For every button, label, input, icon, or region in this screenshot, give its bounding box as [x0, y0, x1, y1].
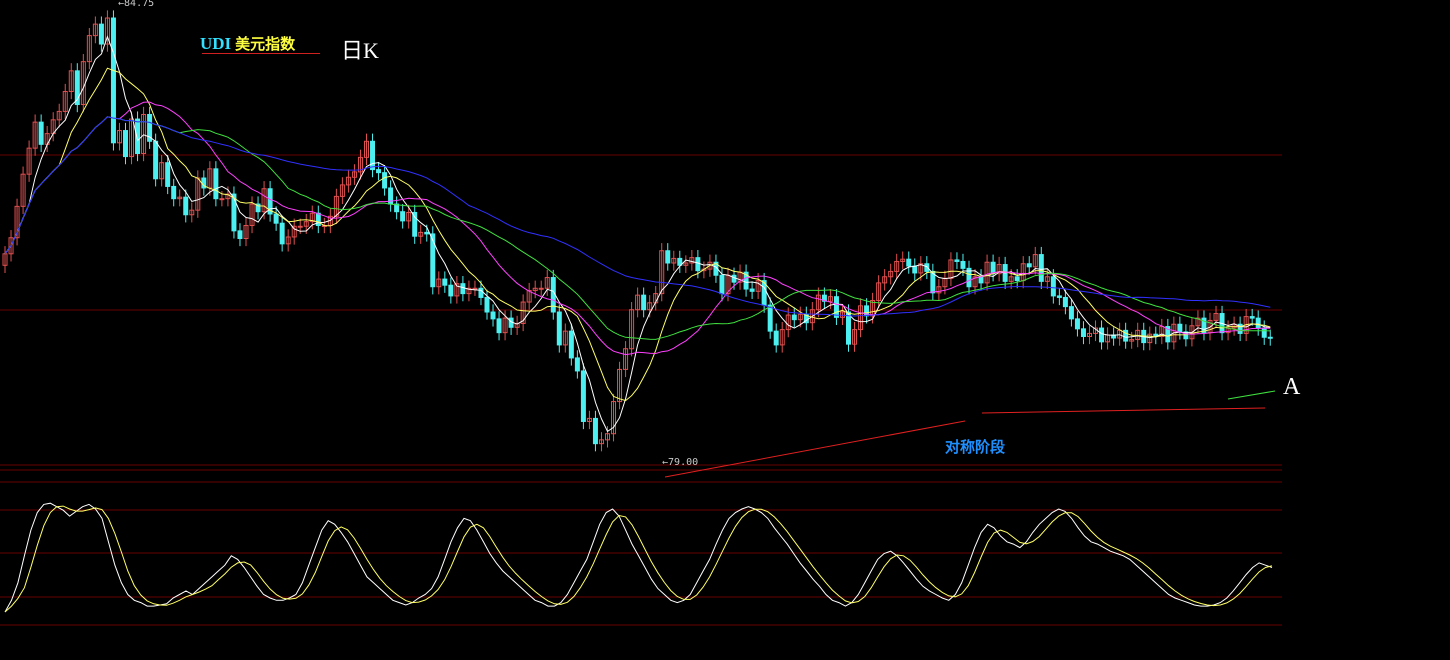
- candle-down: [1255, 317, 1261, 329]
- candle-down: [98, 23, 104, 45]
- candle-down: [1074, 318, 1080, 330]
- candle-down: [165, 162, 171, 187]
- candlestick-chart: [0, 10, 1282, 626]
- candle-down: [153, 140, 159, 180]
- candle-down: [1026, 263, 1032, 268]
- candle-down: [978, 276, 984, 284]
- candle-down: [279, 222, 285, 245]
- candle-down: [1177, 323, 1183, 333]
- candle-down: [574, 357, 580, 372]
- candle-down: [568, 330, 574, 359]
- candle-up: [538, 287, 544, 290]
- candle-down: [767, 304, 773, 332]
- candle-down: [1056, 295, 1062, 298]
- low-price-label: ←79.00: [662, 457, 699, 468]
- candle-down: [448, 284, 454, 297]
- candle-down: [749, 288, 755, 292]
- candle-down: [665, 250, 671, 264]
- candle-down: [38, 121, 44, 145]
- candle-down: [496, 318, 502, 334]
- candle-down: [370, 140, 376, 171]
- candle-down: [490, 311, 496, 320]
- candle-down: [412, 211, 418, 237]
- candle-down: [430, 233, 436, 288]
- candle-down: [1080, 328, 1086, 337]
- candle-up: [472, 287, 478, 290]
- title-underline: [202, 53, 320, 54]
- ma10-line: [4, 67, 1271, 402]
- candle-down: [906, 258, 912, 267]
- candle-down: [1062, 296, 1068, 308]
- candle-down: [1038, 254, 1044, 282]
- candle-down: [171, 185, 177, 200]
- candle-down: [556, 311, 562, 346]
- candle-down: [273, 213, 279, 224]
- candle-down: [183, 196, 189, 216]
- osc-k-line: [4, 502, 1273, 613]
- candle-down: [1261, 327, 1267, 338]
- chart-title: UDI 美元指数: [200, 33, 295, 54]
- title-name: 美元指数: [235, 35, 296, 53]
- candle-down: [478, 287, 484, 298]
- candle-down: [237, 230, 243, 240]
- ma5-line: [4, 35, 1271, 433]
- candle-down: [376, 169, 382, 174]
- ma60-line: [4, 116, 1271, 317]
- candle-up: [219, 198, 225, 201]
- chart-stage: UDI 美元指数 日K ←84.75 ←79.00 对称阶段 A: [0, 0, 1450, 660]
- low-price-value: 79.00: [668, 457, 699, 468]
- title-symbol: UDI: [200, 34, 232, 53]
- lower-trendline: [664, 420, 966, 478]
- candle-down: [592, 417, 598, 445]
- candle-up: [297, 225, 303, 228]
- candle-down: [773, 330, 779, 346]
- candle-down: [1099, 327, 1105, 343]
- candle-down: [833, 296, 839, 318]
- candle-down: [695, 257, 701, 272]
- candle-down: [484, 296, 490, 313]
- candle-down: [460, 283, 466, 295]
- candle-down: [1249, 316, 1255, 319]
- support-trendline: [981, 407, 1266, 414]
- point-a-label: A: [1283, 374, 1301, 400]
- candle-down: [1014, 276, 1020, 282]
- point-a-trendline: [1227, 390, 1276, 400]
- candle-down: [846, 311, 851, 345]
- candle-down: [442, 278, 448, 286]
- period-label: 日K: [341, 38, 379, 63]
- symmetric-phase-label: 对称阶段: [945, 438, 1006, 456]
- candle-down: [1068, 306, 1074, 320]
- candle-down: [990, 261, 996, 275]
- osc-d-line: [4, 505, 1273, 613]
- candle-down: [213, 168, 219, 200]
- candle-down: [1050, 276, 1056, 297]
- candle-down: [110, 17, 116, 144]
- candle-down: [719, 274, 725, 295]
- candle-down: [954, 259, 960, 262]
- candle-down: [641, 294, 647, 311]
- candle-down: [1267, 336, 1273, 339]
- candle-down: [791, 314, 797, 321]
- candle-down: [400, 211, 406, 222]
- candle-down: [912, 265, 918, 274]
- high-price-value: 84.75: [124, 0, 155, 9]
- candle-down: [123, 130, 128, 158]
- candle-down: [960, 260, 966, 269]
- high-price-label: ←84.75: [118, 0, 155, 9]
- candle-down: [424, 231, 430, 235]
- candle-down: [382, 172, 388, 189]
- candle-down: [580, 370, 586, 422]
- candle-down: [231, 193, 237, 232]
